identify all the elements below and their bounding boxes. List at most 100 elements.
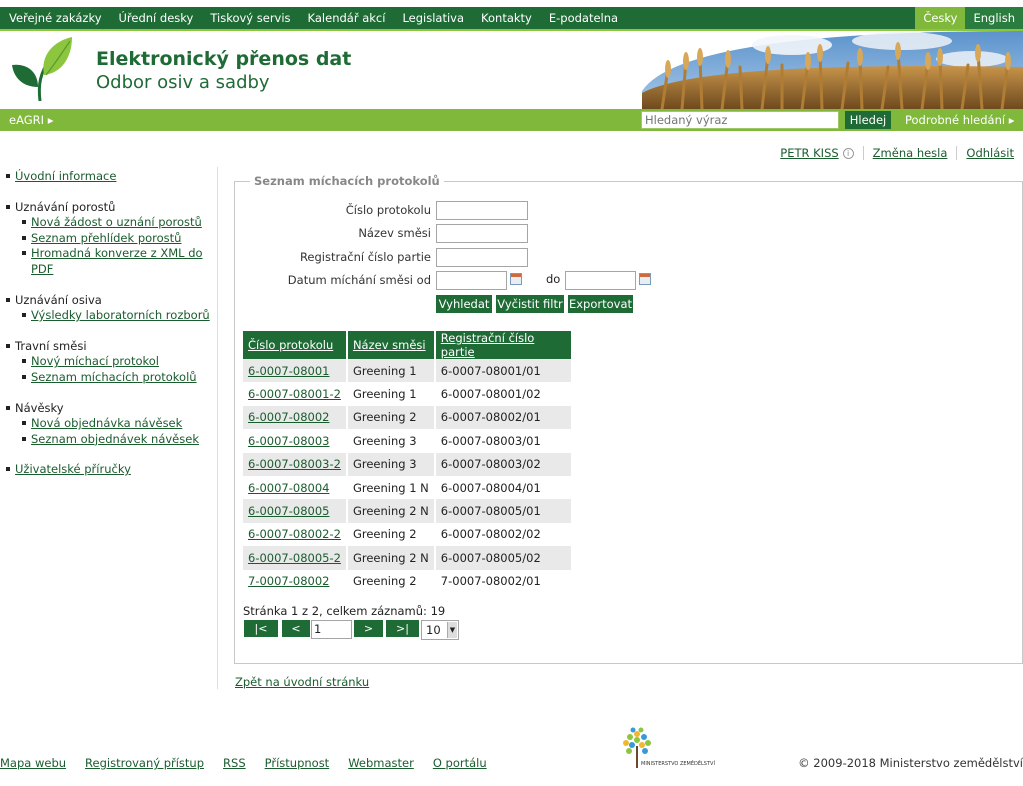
page-size-select[interactable]: 10 ▼	[421, 620, 459, 640]
topnav-item-verejne-zakazky[interactable]: Veřejné zakázky	[0, 7, 110, 29]
sidebar-item-new-label-order[interactable]: Nová objednávka návěsek	[31, 416, 182, 432]
search-input[interactable]	[641, 111, 839, 129]
mix-name-cell: Greening 2 N	[347, 546, 436, 570]
date-to-input[interactable]	[565, 271, 636, 290]
sidebar-item-label-orders[interactable]: Seznam objednávek návěsek	[31, 432, 199, 448]
export-button[interactable]: Exportovat	[568, 295, 633, 313]
sidebar-item-new-crop-request[interactable]: Nová žádost o uznání porostů	[31, 215, 202, 231]
eagri-leaf-logo[interactable]	[10, 35, 76, 105]
topnav-item-kalendar-akci[interactable]: Kalendář akcí	[299, 7, 394, 29]
protocol-link[interactable]: 6-0007-08004	[248, 481, 329, 495]
user-links: PETR KISS i Změna hesla Odhlásit	[771, 146, 1023, 160]
protocol-cell[interactable]: 6-0007-08005	[243, 499, 348, 523]
topnav-item-legislativa[interactable]: Legislativa	[393, 7, 472, 29]
sidebar-group-intro: Úvodní informace	[6, 169, 211, 185]
top-nav-items: Veřejné zakázky Úřední desky Tiskový ser…	[0, 7, 626, 29]
protocol-link[interactable]: 7-0007-08002	[248, 574, 329, 588]
table-row: 6-0007-08004 Greening 1 N 6-0007-08004/0…	[243, 475, 571, 500]
sidebar-item-lab-results[interactable]: Výsledky laboratorních rozborů	[31, 308, 210, 324]
protocol-cell[interactable]: 6-0007-08005-2	[243, 546, 348, 570]
lang-czech[interactable]: Česky	[915, 7, 966, 29]
sort-name-link[interactable]: Název směsi	[353, 338, 426, 352]
site-title: Elektronický přenos dat	[96, 48, 352, 70]
mix-name-input[interactable]	[436, 224, 528, 243]
page-number-input[interactable]: 1	[311, 620, 352, 639]
footer-link-accessibility[interactable]: Přístupnost	[265, 756, 330, 770]
back-to-home-link[interactable]: Zpět na úvodní stránku	[235, 675, 369, 689]
protocol-cell[interactable]: 6-0007-08004	[243, 475, 348, 500]
protocol-cell[interactable]: 6-0007-08002	[243, 405, 348, 430]
topnav-item-e-podatelna[interactable]: E-podatelna	[540, 7, 626, 29]
next-page-button[interactable]: >	[354, 620, 383, 637]
protocol-cell[interactable]: 6-0007-08003-2	[243, 452, 348, 476]
footer-link-webmaster[interactable]: Webmaster	[348, 756, 414, 770]
date-from-input[interactable]	[436, 271, 507, 290]
topnav-item-tiskovy-servis[interactable]: Tiskový servis	[201, 7, 298, 29]
logout-link[interactable]: Odhlásit	[966, 146, 1014, 160]
clear-filter-button[interactable]: Vyčistit filtr	[496, 295, 564, 313]
protocol-number-label: Číslo protokolu	[345, 203, 431, 217]
search-button[interactable]: Hledej	[845, 111, 891, 129]
protocol-link[interactable]: 6-0007-08001	[248, 364, 329, 378]
calendar-icon[interactable]	[510, 273, 522, 285]
calendar-icon[interactable]	[639, 273, 651, 285]
sidebar-item-intro[interactable]: Úvodní informace	[15, 169, 116, 185]
protocol-cell[interactable]: 6-0007-08003	[243, 429, 348, 453]
mix-name-cell: Greening 2	[348, 569, 436, 593]
mix-name-cell: Greening 1	[347, 359, 436, 383]
mix-name-cell: Greening 3	[347, 452, 436, 476]
sidebar-item-new-mixing-protocol[interactable]: Nový míchací protokol	[31, 354, 159, 370]
mix-name-cell: Greening 1 N	[348, 475, 436, 500]
protocol-link[interactable]: 6-0007-08001-2	[248, 387, 341, 401]
sidebar-group-title: Uznávání osiva	[15, 292, 102, 307]
protocol-link[interactable]: 6-0007-08003-2	[248, 457, 341, 471]
column-header[interactable]: Číslo protokolu	[243, 331, 348, 359]
topnav-item-uredni-desky[interactable]: Úřední desky	[110, 7, 202, 29]
column-header[interactable]: Název směsi	[347, 331, 436, 359]
info-icon[interactable]: i	[842, 148, 854, 159]
sidebar-group-crop-approval: Uznávání porostů Nová žádost o uznání po…	[6, 200, 211, 278]
sidebar-item-crop-inspections[interactable]: Seznam přehlídek porostů	[31, 231, 181, 247]
sidebar-group-seed-approval: Uznávání osiva Výsledky laboratorních ro…	[6, 293, 211, 324]
topnav-item-kontakty[interactable]: Kontakty	[472, 7, 540, 29]
protocol-cell[interactable]: 6-0007-08001	[243, 359, 348, 383]
footer-links: Mapa webu Registrovaný přístup RSS Příst…	[0, 756, 506, 770]
separator	[862, 146, 864, 160]
footer-link-rss[interactable]: RSS	[223, 756, 246, 770]
sidebar-item-manuals[interactable]: Uživatelské příručky	[15, 462, 131, 478]
sidebar-item-xml-to-pdf[interactable]: Hromadná konverze z XML do PDF	[31, 246, 211, 277]
footer-link-about[interactable]: O portálu	[433, 756, 487, 770]
protocol-number-input[interactable]	[436, 201, 528, 220]
ministry-logo[interactable]: MINISTERSTVO ZEMĚDĚLSTVÍ	[618, 724, 728, 772]
table-header-row: Číslo protokolu Název směsi Registrační …	[243, 331, 571, 359]
first-page-button[interactable]: |<	[244, 620, 278, 637]
user-name-link[interactable]: PETR KISS i	[780, 146, 854, 160]
protocol-link[interactable]: 6-0007-08003	[248, 434, 329, 448]
eagri-link[interactable]: eAGRI ▸	[9, 109, 53, 131]
sidebar-divider	[217, 167, 218, 689]
protocol-link[interactable]: 6-0007-08005-2	[248, 551, 341, 565]
prev-page-button[interactable]: <	[282, 620, 310, 637]
sort-protocol-link[interactable]: Číslo protokolu	[248, 338, 333, 352]
protocol-cell[interactable]: 6-0007-08001-2	[243, 382, 348, 406]
footer-link-sitemap[interactable]: Mapa webu	[0, 756, 66, 770]
sidebar-group-manuals: Uživatelské příručky	[6, 462, 211, 478]
advanced-search-link[interactable]: Podrobné hledání ▸	[905, 109, 1015, 131]
sidebar-item-mixing-protocols[interactable]: Seznam míchacích protokolů	[31, 370, 197, 386]
last-page-button[interactable]: >|	[386, 620, 419, 637]
protocol-link[interactable]: 6-0007-08002-2	[248, 527, 341, 541]
change-password-link[interactable]: Změna hesla	[873, 146, 948, 160]
column-header[interactable]: Registrační číslo partie	[435, 331, 571, 359]
protocol-link[interactable]: 6-0007-08002	[248, 410, 329, 424]
triangle-right-icon: ▸	[47, 113, 54, 127]
protocol-cell[interactable]: 6-0007-08002-2	[243, 522, 348, 547]
footer-link-registered-access[interactable]: Registrovaný přístup	[85, 756, 204, 770]
sort-registration-link[interactable]: Registrační číslo partie	[441, 331, 535, 359]
lang-english[interactable]: English	[965, 7, 1023, 29]
search-filter-button[interactable]: Vyhledat	[436, 295, 492, 313]
language-switcher: Česky English	[915, 7, 1023, 29]
ministry-logo-text: MINISTERSTVO ZEMĚDĚLSTVÍ	[641, 759, 715, 767]
protocol-cell[interactable]: 7-0007-08002	[243, 569, 348, 593]
registration-number-input[interactable]	[436, 248, 528, 267]
protocol-link[interactable]: 6-0007-08005	[248, 504, 329, 518]
